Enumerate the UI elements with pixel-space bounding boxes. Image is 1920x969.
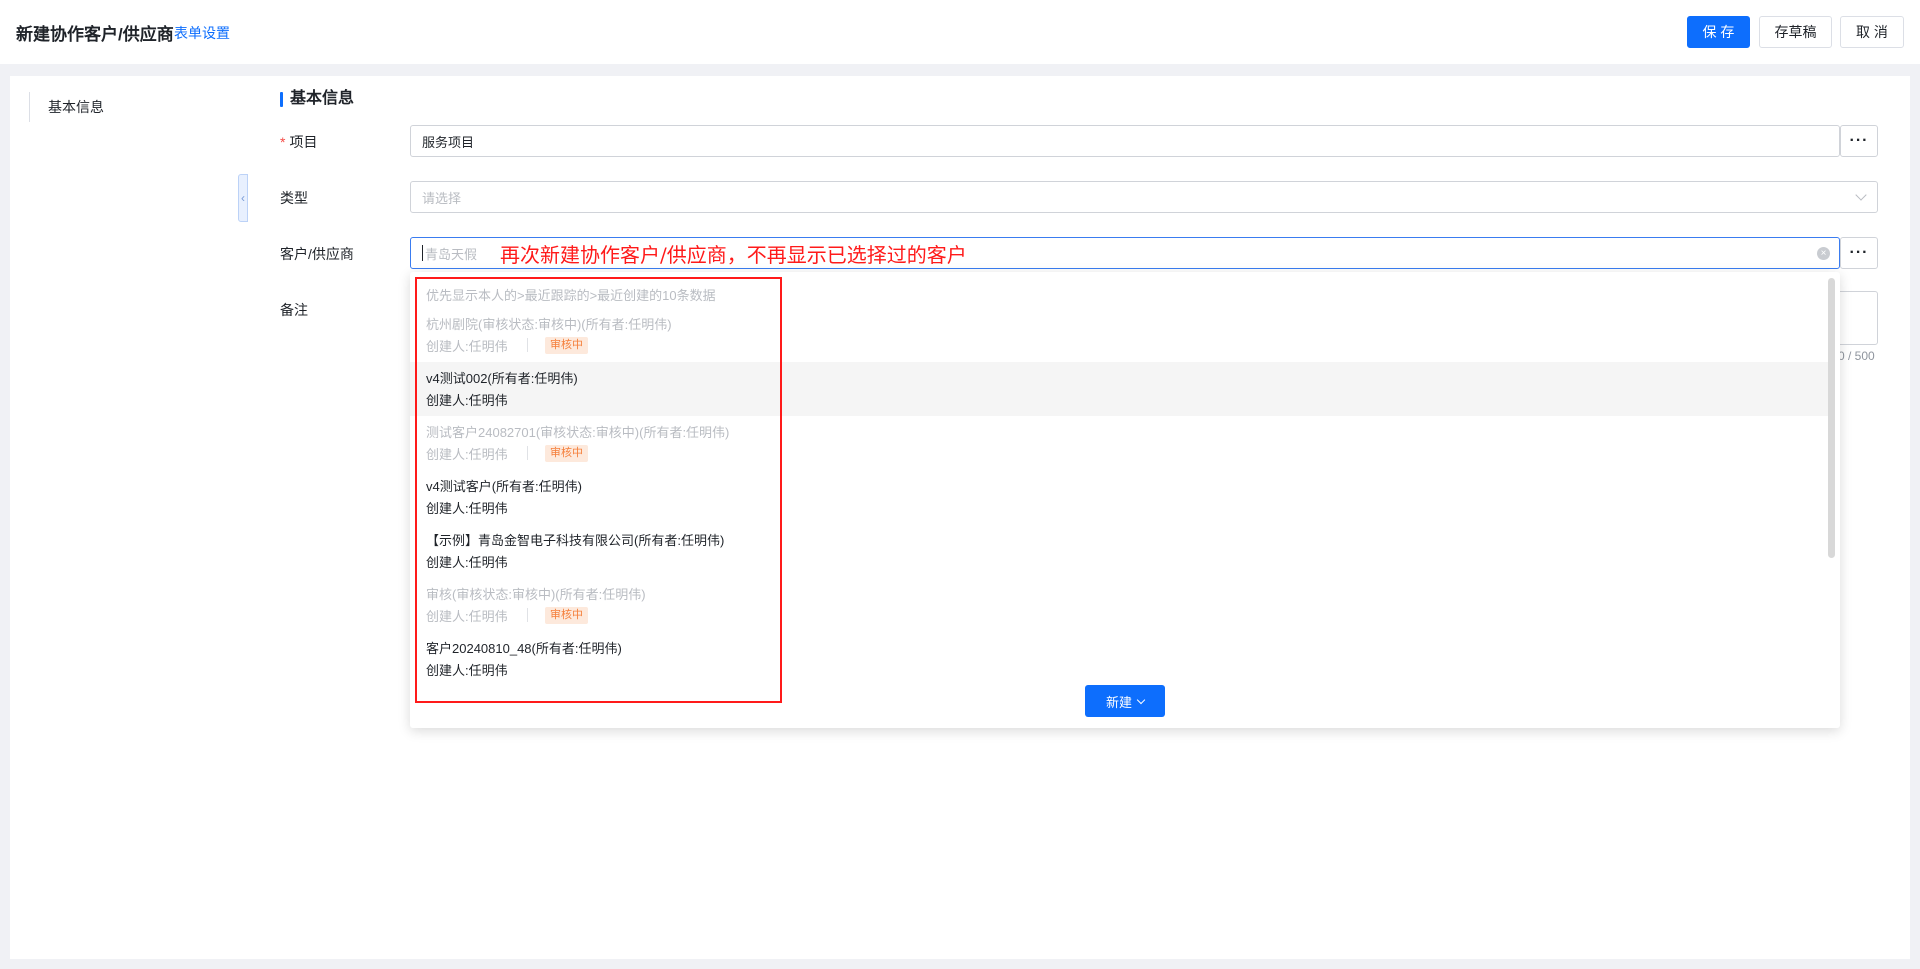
project-value: 服务项目: [422, 134, 475, 150]
page-title: 新建协作客户/供应商: [16, 25, 174, 44]
option-name: 杭州剧院(审核状态:审核中)(所有者:任明伟): [426, 317, 672, 332]
divider: [527, 338, 528, 352]
divider: [527, 608, 528, 622]
option-name: v4测试002(所有者:任明伟): [426, 371, 578, 386]
new-button-label: 新建: [1105, 694, 1132, 710]
remark-label: 备注: [280, 302, 308, 318]
section-title: 基本信息: [280, 89, 354, 109]
option-name: v4测试客户(所有者:任明伟): [426, 479, 583, 494]
chevron-down-icon: [1136, 695, 1146, 704]
dropdown-option[interactable]: v4测试客户(所有者:任明伟) 创建人:任明伟: [410, 470, 1830, 524]
option-creator: 创建人:任明伟: [426, 447, 508, 462]
annotation-text: 再次新建协作客户/供应商，不再显示已选择过的客户: [500, 243, 967, 267]
type-placeholder: 请选择: [422, 190, 462, 206]
option-creator: 创建人:任明伟: [426, 339, 508, 354]
project-input[interactable]: 服务项目: [410, 125, 1840, 157]
divider: [527, 446, 528, 460]
option-name: 审核(审核状态:审核中)(所有者:任明伟): [426, 587, 646, 602]
type-label: 类型: [280, 190, 308, 206]
customer-placeholder: 青岛天假: [425, 246, 478, 262]
status-badge: 审核中: [545, 445, 588, 462]
status-badge: 审核中: [545, 337, 588, 354]
type-select[interactable]: 请选择: [410, 181, 1878, 213]
project-more-button[interactable]: ···: [1840, 125, 1878, 157]
cancel-button[interactable]: 取 消: [1840, 16, 1904, 48]
required-mark: *: [280, 134, 286, 150]
project-label-text: 项目: [289, 134, 318, 150]
save-draft-button[interactable]: 存草稿: [1759, 16, 1832, 48]
status-badge: 审核中: [545, 607, 588, 624]
dropdown-scrollbar[interactable]: [1828, 278, 1835, 558]
remark-char-count: 0 / 500: [1838, 349, 1875, 363]
dropdown-hint: 优先显示本人的>最近跟踪的>最近创建的10条数据: [426, 288, 716, 303]
dropdown-option[interactable]: 测试客户24082701(审核状态:审核中)(所有者:任明伟) 创建人:任明伟 …: [410, 416, 1830, 470]
text-caret: [422, 245, 423, 261]
form-settings-link[interactable]: 表单设置: [174, 23, 230, 43]
customer-dropdown: 优先显示本人的>最近跟踪的>最近创建的10条数据 杭州剧院(审核状态:审核中)(…: [410, 272, 1840, 728]
dropdown-option[interactable]: 客户20240810_48(所有者:任明伟) 创建人:任明伟: [410, 632, 1830, 686]
dropdown-option[interactable]: 审核(审核状态:审核中)(所有者:任明伟) 创建人:任明伟 审核中: [410, 578, 1830, 632]
option-name: 测试客户24082701(审核状态:审核中)(所有者:任明伟): [426, 425, 730, 440]
option-creator: 创建人:任明伟: [426, 609, 508, 624]
customer-more-button[interactable]: ···: [1840, 237, 1878, 269]
sidebar-item-basic-info[interactable]: 基本信息: [29, 92, 104, 122]
option-creator: 创建人:任明伟: [426, 393, 508, 408]
clear-icon[interactable]: ×: [1817, 247, 1830, 260]
dropdown-option[interactable]: 【示例】青岛金智电子科技有限公司(所有者:任明伟) 创建人:任明伟: [410, 524, 1830, 578]
customer-label: 客户/供应商: [280, 246, 354, 262]
dropdown-option[interactable]: v4测试002(所有者:任明伟) 创建人:任明伟: [410, 362, 1830, 416]
option-creator: 创建人:任明伟: [426, 663, 508, 678]
option-creator: 创建人:任明伟: [426, 555, 508, 570]
new-button[interactable]: 新建: [1085, 685, 1165, 717]
option-name: 客户20240810_48(所有者:任明伟): [426, 641, 622, 656]
sidebar-collapse-icon[interactable]: ‹: [238, 174, 248, 222]
option-name: 【示例】青岛金智电子科技有限公司(所有者:任明伟): [426, 533, 725, 548]
header-bar: 新建协作客户/供应商 表单设置 保 存 存草稿 取 消: [0, 0, 1920, 64]
save-button[interactable]: 保 存: [1687, 16, 1750, 48]
chevron-down-icon: [1855, 189, 1867, 201]
project-label: * 项目: [280, 132, 317, 152]
dropdown-option[interactable]: 杭州剧院(审核状态:审核中)(所有者:任明伟) 创建人:任明伟 审核中: [410, 308, 1830, 362]
sidebar: 基本信息: [10, 76, 248, 959]
option-creator: 创建人:任明伟: [426, 501, 508, 516]
